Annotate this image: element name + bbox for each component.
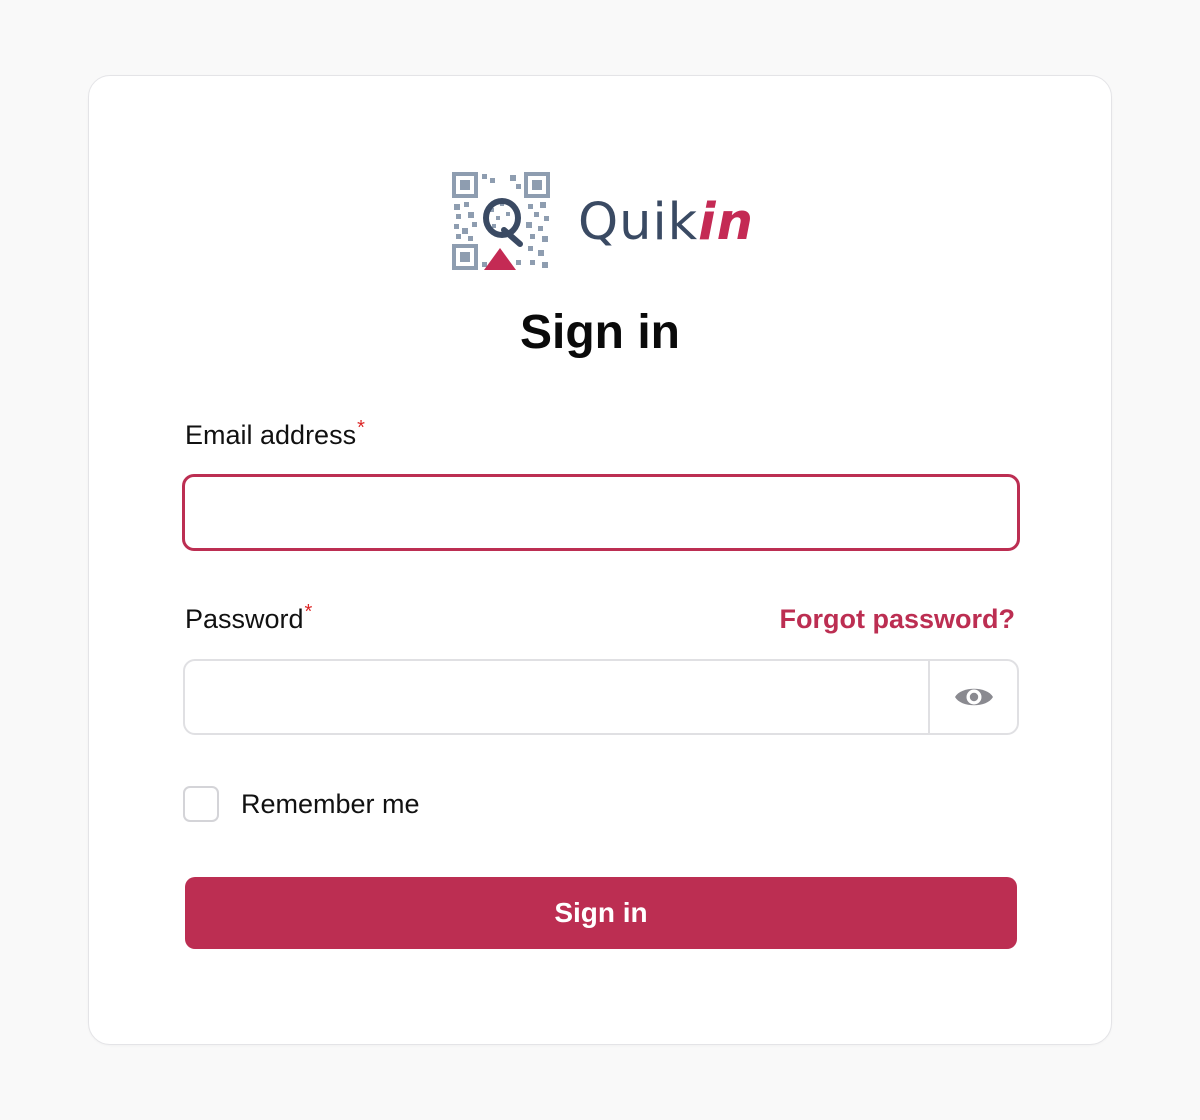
- sign-in-button[interactable]: Sign in: [185, 877, 1017, 949]
- sign-in-card: Quikin Sign in Email address* Password* …: [88, 75, 1112, 1045]
- remember-me-label[interactable]: Remember me: [241, 789, 420, 820]
- password-label: Password*: [185, 601, 313, 635]
- page-title: Sign in: [520, 306, 680, 359]
- eye-icon: [954, 688, 993, 706]
- forgot-password-link[interactable]: Forgot password?: [780, 603, 1016, 635]
- password-field-group: [183, 659, 1019, 735]
- brand-logo: Quikin: [452, 172, 754, 270]
- brand-name-part2: in: [698, 192, 754, 252]
- email-input[interactable]: [182, 474, 1020, 551]
- remember-me-row: Remember me: [183, 786, 420, 822]
- brand-wordmark: Quikin: [578, 197, 754, 248]
- email-label: Email address*: [185, 417, 365, 451]
- qr-code-logo-icon: [452, 172, 550, 270]
- show-password-button[interactable]: [928, 661, 1017, 733]
- password-input[interactable]: [185, 661, 928, 733]
- remember-me-checkbox[interactable]: [183, 786, 219, 822]
- email-required-mark: *: [357, 417, 365, 439]
- password-required-mark: *: [304, 601, 313, 623]
- password-label-text: Password: [185, 604, 304, 634]
- brand-name-part1: Quik: [578, 192, 699, 252]
- email-label-text: Email address: [185, 420, 357, 450]
